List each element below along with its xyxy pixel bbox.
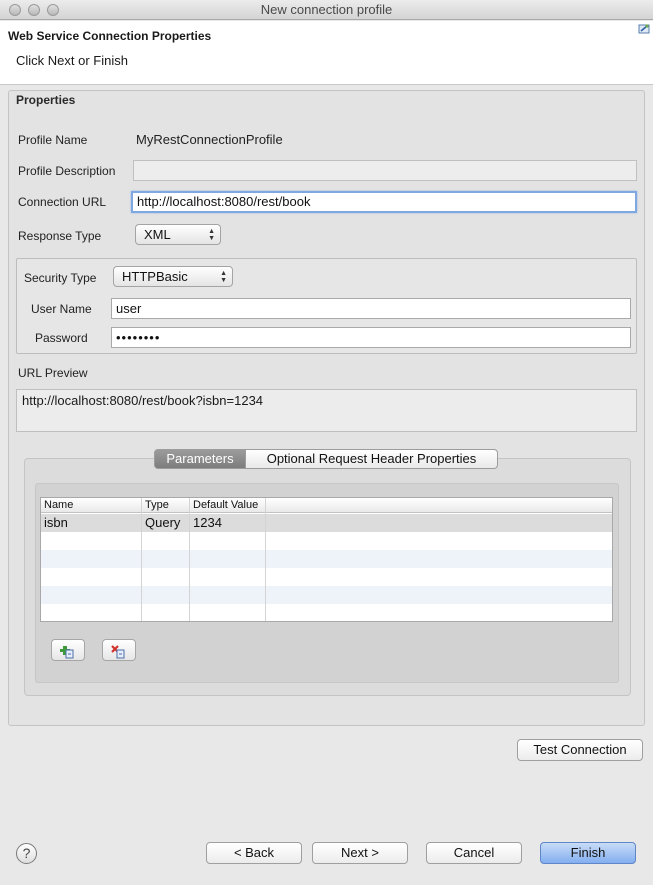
security-type-value: HTTPBasic: [122, 269, 188, 284]
table-row-empty: [41, 604, 612, 621]
help-icon[interactable]: ?: [16, 843, 37, 864]
wizard-header: Web Service Connection Properties Click …: [0, 21, 653, 85]
connection-url-field[interactable]: http://localhost:8080/rest/book: [131, 191, 637, 213]
table-row-empty: [41, 568, 612, 586]
table-row[interactable]: isbn Query 1234: [41, 514, 612, 532]
column-divider: [265, 498, 266, 621]
tab-optional-request-header-properties[interactable]: Optional Request Header Properties: [246, 449, 498, 469]
profile-name-label: Profile Name: [18, 133, 88, 147]
user-name-field[interactable]: user: [111, 298, 631, 319]
profile-description-field[interactable]: [133, 160, 637, 181]
column-header-default-value[interactable]: Default Value: [190, 498, 258, 513]
next-button[interactable]: Next >: [312, 842, 408, 864]
table-row-empty: [41, 550, 612, 568]
add-row-button[interactable]: [51, 639, 85, 661]
page-title: Web Service Connection Properties: [8, 29, 212, 43]
response-type-label: Response Type: [18, 229, 102, 243]
url-preview-label: URL Preview: [18, 366, 88, 380]
column-divider: [141, 498, 142, 621]
add-row-icon: [60, 646, 74, 659]
minimize-window-icon[interactable]: [28, 4, 40, 16]
close-window-icon[interactable]: [9, 4, 21, 16]
url-preview-box: http://localhost:8080/rest/book?isbn=123…: [16, 389, 637, 432]
cancel-button[interactable]: Cancel: [426, 842, 522, 864]
cell-default-value[interactable]: 1234: [190, 514, 222, 532]
cell-name[interactable]: isbn: [41, 514, 68, 532]
user-name-label: User Name: [31, 302, 92, 316]
table-row-empty: [41, 586, 612, 604]
security-type-select[interactable]: HTTPBasic ▲ ▼: [113, 266, 233, 287]
connection-url-label: Connection URL: [18, 195, 107, 209]
password-label: Password: [35, 331, 88, 345]
table-header: Name Type Default Value: [41, 498, 612, 513]
password-field[interactable]: ••••••••: [111, 327, 631, 348]
test-connection-button[interactable]: Test Connection: [517, 739, 643, 761]
window-titlebar: New connection profile: [0, 0, 653, 20]
security-type-label: Security Type: [24, 271, 97, 285]
profile-name-value: MyRestConnectionProfile: [136, 132, 283, 147]
response-type-value: XML: [144, 227, 171, 242]
zoom-window-icon[interactable]: [47, 4, 59, 16]
remove-row-icon: [111, 645, 125, 659]
select-arrows-icon: ▲ ▼: [208, 228, 215, 242]
select-arrows-icon: ▲ ▼: [220, 270, 227, 284]
tab-parameters[interactable]: Parameters: [154, 449, 246, 469]
page-subtitle: Click Next or Finish: [16, 53, 128, 68]
column-header-name[interactable]: Name: [41, 498, 73, 513]
column-divider: [189, 498, 190, 621]
response-type-select[interactable]: XML ▲ ▼: [135, 224, 221, 245]
cell-type[interactable]: Query: [142, 514, 180, 532]
window-title: New connection profile: [260, 2, 393, 17]
back-button[interactable]: < Back: [206, 842, 302, 864]
wizard-banner-icon: [638, 24, 650, 34]
parameters-table: Name Type Default Value isbn Query 1234: [40, 497, 613, 622]
finish-button[interactable]: Finish: [540, 842, 636, 864]
properties-group-title: Properties: [16, 93, 76, 107]
profile-description-label: Profile Description: [18, 164, 116, 178]
table-row-empty: [41, 532, 612, 550]
column-header-type[interactable]: Type: [142, 498, 169, 513]
remove-row-button[interactable]: [102, 639, 136, 661]
